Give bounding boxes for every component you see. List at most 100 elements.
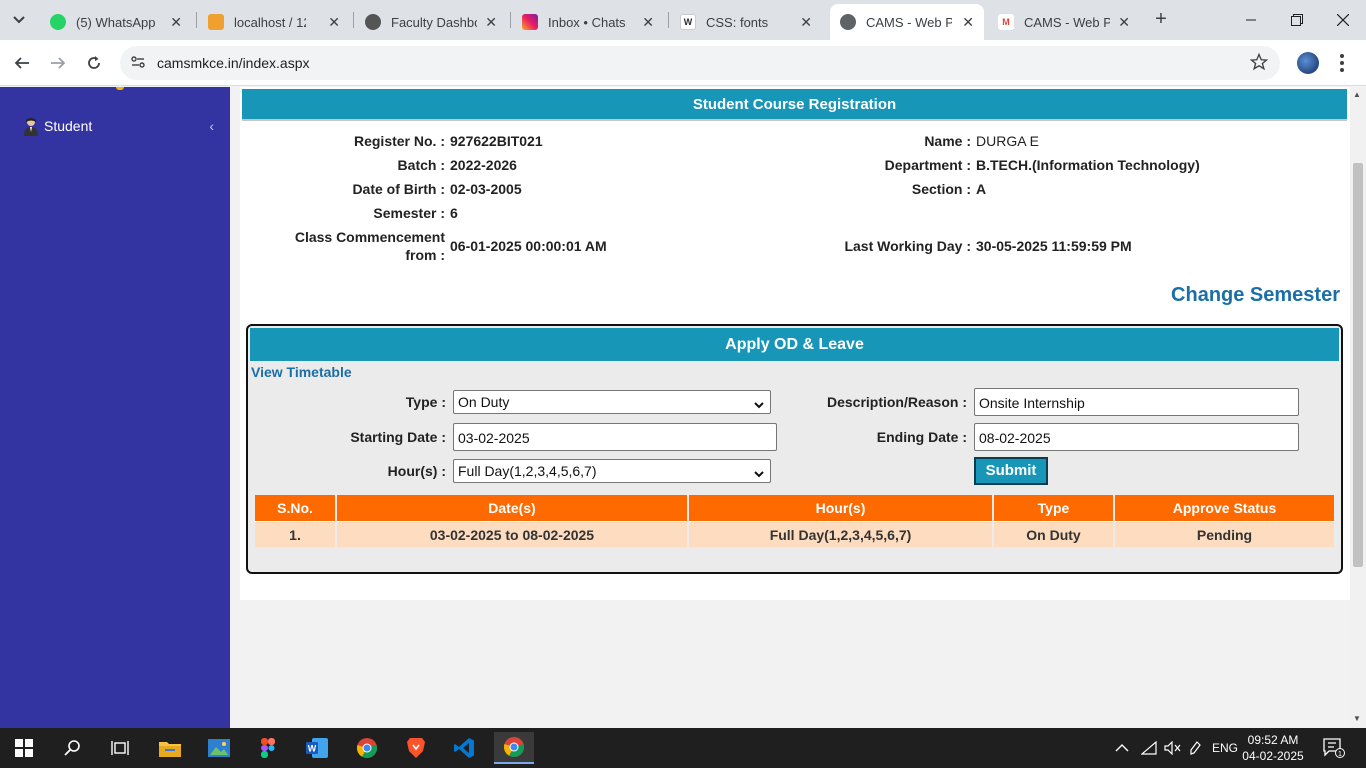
type-select[interactable]: On Duty xyxy=(453,390,771,414)
close-icon[interactable]: ✕ xyxy=(800,14,812,31)
system-clock[interactable]: 09:52 AM 04-02-2025 xyxy=(1240,732,1306,764)
close-icon[interactable]: ✕ xyxy=(1118,14,1130,31)
word-icon[interactable]: W xyxy=(297,732,337,764)
windows-start-icon[interactable] xyxy=(4,732,44,764)
browser-menu-icon[interactable] xyxy=(1337,52,1347,74)
notification-center-icon[interactable]: 1 xyxy=(1323,738,1345,761)
scrollbar-thumb[interactable] xyxy=(1353,163,1363,567)
department-label: Department : xyxy=(884,157,971,173)
description-label: Description/Reason : xyxy=(826,394,967,410)
openai-icon xyxy=(365,14,381,30)
pen-tool-icon[interactable] xyxy=(1189,728,1201,768)
class-commencement-value: 06-01-2025 00:00:01 AM xyxy=(450,238,607,254)
tab-divider xyxy=(353,12,354,28)
back-button[interactable] xyxy=(9,50,35,76)
tab-title: CAMS - Web Po xyxy=(866,14,952,30)
tab-divider xyxy=(510,12,511,28)
close-icon[interactable]: ✕ xyxy=(170,14,182,31)
tab-cams-active[interactable]: CAMS - Web Po ✕ xyxy=(830,4,984,40)
table-cell: On Duty xyxy=(994,521,1113,547)
tab-cams-gmail[interactable]: M CAMS - Web Po ✕ xyxy=(988,4,1140,40)
chevron-left-icon[interactable]: ‹ xyxy=(209,118,214,134)
profile-avatar[interactable] xyxy=(1297,52,1319,74)
close-icon[interactable]: ✕ xyxy=(642,14,654,31)
new-tab-button[interactable]: + xyxy=(1150,8,1172,32)
page-viewport: Student ‹ Student Course Registration Re… xyxy=(0,87,1366,728)
tab-localhost[interactable]: localhost / 127.0 ✕ xyxy=(198,4,350,40)
tab-whatsapp[interactable]: (5) WhatsApp ✕ xyxy=(40,4,192,40)
table-cell: Full Day(1,2,3,4,5,6,7) xyxy=(689,521,992,547)
table-cell: 03-02-2025 to 08-02-2025 xyxy=(337,521,687,547)
student-avatar-icon xyxy=(22,116,40,136)
close-icon[interactable]: ✕ xyxy=(328,14,340,31)
name-label: Name : xyxy=(924,133,971,149)
speaker-muted-icon[interactable] xyxy=(1164,728,1182,768)
sidebar-item-label: Student xyxy=(44,118,93,134)
notification-count: 1 xyxy=(1338,751,1342,758)
department-value: B.TECH.(Information Technology) xyxy=(976,157,1200,173)
tab-css-fonts[interactable]: W CSS: fonts ✕ xyxy=(670,4,822,40)
change-semester-link[interactable]: Change Semester xyxy=(1171,284,1340,307)
starting-date-label: Starting Date : xyxy=(350,429,446,445)
whatsapp-icon xyxy=(50,14,66,30)
registration-header: Student Course Registration xyxy=(242,89,1347,121)
starting-date-input[interactable]: 03-02-2025 xyxy=(453,423,777,451)
vscode-icon[interactable] xyxy=(444,732,484,764)
browser-toolbar: camsmkce.in/index.aspx xyxy=(0,40,1366,86)
page-scrollbar[interactable]: ▲ ▼ xyxy=(1350,87,1366,728)
close-icon[interactable]: ✕ xyxy=(485,14,497,31)
semester-value: 6 xyxy=(450,205,458,221)
minimize-button[interactable] xyxy=(1228,0,1274,40)
site-info-icon[interactable] xyxy=(130,54,146,73)
column-header: Approve Status xyxy=(1115,495,1334,521)
photos-icon[interactable] xyxy=(199,732,239,764)
column-header: Hour(s) xyxy=(689,495,992,521)
semester-label: Semester : xyxy=(373,205,445,221)
globe-icon xyxy=(840,14,856,30)
forward-button[interactable] xyxy=(45,50,71,76)
search-icon[interactable] xyxy=(52,732,92,764)
network-icon[interactable] xyxy=(1141,728,1157,768)
hours-select-value: Full Day(1,2,3,4,5,6,7) xyxy=(458,463,597,479)
reload-button[interactable] xyxy=(81,50,107,76)
instagram-icon xyxy=(522,14,538,30)
windows-taskbar: W ENG 09:52 AM 04-02-2025 1 xyxy=(0,728,1366,768)
scroll-down-arrow-icon[interactable]: ▼ xyxy=(1353,714,1361,723)
close-icon[interactable]: ✕ xyxy=(962,14,974,31)
ending-date-input[interactable]: 08-02-2025 xyxy=(974,423,1299,451)
last-working-day-label: Last Working Day : xyxy=(844,238,971,254)
language-indicator[interactable]: ENG xyxy=(1212,728,1238,768)
table-header-row: S.No. Date(s) Hour(s) Type Approve Statu… xyxy=(255,495,1334,521)
tab-instagram[interactable]: Inbox • Chats ✕ xyxy=(512,4,664,40)
show-hidden-icons[interactable] xyxy=(1115,728,1129,768)
sidebar: Student ‹ xyxy=(0,87,230,728)
dob-value: 02-03-2005 xyxy=(450,181,522,197)
view-timetable-link[interactable]: View Timetable xyxy=(251,364,352,380)
tab-search-button[interactable] xyxy=(6,8,32,32)
close-window-button[interactable] xyxy=(1320,0,1366,40)
tab-title: CSS: fonts xyxy=(706,14,769,30)
tab-title: (5) WhatsApp xyxy=(76,14,156,30)
tab-title: localhost / 127.0 xyxy=(234,14,306,30)
submit-button[interactable]: Submit xyxy=(974,457,1048,485)
svg-text:W: W xyxy=(308,744,317,754)
batch-label: Batch : xyxy=(397,157,445,173)
chrome-icon[interactable] xyxy=(347,732,387,764)
brave-icon[interactable] xyxy=(396,732,436,764)
description-input[interactable]: Onsite Internship xyxy=(974,388,1299,416)
chrome-active-icon[interactable] xyxy=(494,732,534,764)
address-bar[interactable]: camsmkce.in/index.aspx xyxy=(120,46,1280,80)
scroll-up-arrow-icon[interactable]: ▲ xyxy=(1353,90,1361,99)
column-header: Date(s) xyxy=(337,495,687,521)
restore-button[interactable] xyxy=(1274,0,1320,40)
sidebar-item-student[interactable]: Student ‹ xyxy=(22,115,218,137)
hours-select[interactable]: Full Day(1,2,3,4,5,6,7) xyxy=(453,459,771,483)
od-leave-header: Apply OD & Leave xyxy=(250,328,1339,361)
chevron-down-icon xyxy=(754,465,764,481)
od-leave-panel: Apply OD & Leave View Timetable Type : O… xyxy=(246,324,1343,574)
bookmark-star-icon[interactable] xyxy=(1249,52,1269,74)
tab-faculty-dashboard[interactable]: Faculty Dashboa ✕ xyxy=(355,4,507,40)
task-view-icon[interactable] xyxy=(100,732,140,764)
file-explorer-icon[interactable] xyxy=(150,732,190,764)
figma-icon[interactable] xyxy=(248,732,288,764)
